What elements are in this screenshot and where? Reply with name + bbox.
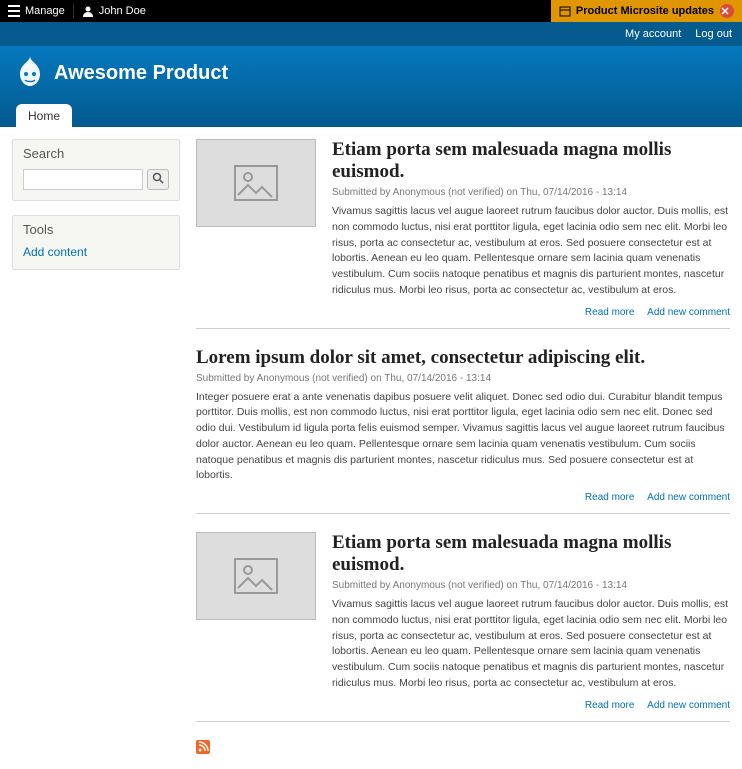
search-input[interactable]	[23, 169, 143, 190]
article-links: Read more Add new comment	[196, 492, 730, 503]
article-thumbnail[interactable]	[196, 532, 316, 620]
article: Etiam porta sem malesuada magna mollis e…	[196, 139, 730, 329]
image-placeholder-icon	[234, 558, 278, 594]
user-icon	[82, 5, 94, 17]
article-links: Read more Add new comment	[196, 700, 730, 711]
admin-toolbar: Manage John Doe Product Microsite update…	[0, 0, 742, 22]
tab-home[interactable]: Home	[16, 104, 72, 128]
logout-link[interactable]: Log out	[695, 28, 732, 40]
block-search-title: Search	[13, 140, 179, 165]
drupal-icon	[16, 56, 44, 91]
article-teaser: Vivamus sagittis lacus vel augue laoreet…	[332, 597, 730, 692]
main-content: Etiam porta sem malesuada magna mollis e…	[196, 139, 730, 757]
read-more-link[interactable]: Read more	[585, 700, 634, 711]
article-title[interactable]: Etiam porta sem malesuada magna mollis e…	[332, 139, 730, 183]
toolbar-manage-label: Manage	[25, 5, 65, 17]
primary-tabs: Home	[16, 103, 726, 127]
article-thumbnail[interactable]	[196, 139, 316, 227]
search-icon	[152, 172, 164, 184]
block-search: Search	[12, 139, 180, 201]
toolbar-manage[interactable]: Manage	[0, 0, 73, 22]
sidebar: Search Tools Add content	[12, 139, 180, 757]
article: Lorem ipsum dolor sit amet, consectetur …	[196, 347, 730, 515]
article-links: Read more Add new comment	[196, 307, 730, 318]
package-icon	[559, 5, 571, 17]
add-comment-link[interactable]: Add new comment	[647, 307, 730, 318]
site-header: Awesome Product Home	[0, 46, 742, 127]
toolbar-user[interactable]: John Doe	[74, 0, 154, 22]
toolbar-updates-label: Product Microsite updates	[576, 5, 714, 17]
add-comment-link[interactable]: Add new comment	[647, 492, 730, 503]
block-tools: Tools Add content	[12, 215, 180, 270]
article-teaser: Integer posuere erat a ante venenatis da…	[196, 390, 730, 485]
block-tools-title: Tools	[13, 216, 179, 241]
add-content-link[interactable]: Add content	[23, 245, 87, 259]
feed-icon[interactable]	[196, 740, 730, 757]
read-more-link[interactable]: Read more	[585, 307, 634, 318]
article-title[interactable]: Etiam porta sem malesuada magna mollis e…	[332, 532, 730, 576]
toolbar-updates[interactable]: Product Microsite updates	[551, 0, 742, 22]
article-submitted: Submitted by Anonymous (not verified) on…	[196, 373, 730, 384]
my-account-link[interactable]: My account	[625, 28, 681, 40]
toolbar-user-label: John Doe	[99, 5, 146, 17]
hamburger-icon	[8, 5, 20, 17]
rss-icon	[196, 740, 210, 754]
page-body: Search Tools Add content	[0, 127, 742, 769]
site-brand: Awesome Product	[16, 56, 726, 91]
close-icon[interactable]	[720, 4, 734, 18]
image-placeholder-icon	[234, 165, 278, 201]
search-button[interactable]	[147, 169, 169, 190]
article-teaser: Vivamus sagittis lacus vel augue laoreet…	[332, 204, 730, 299]
user-links-bar: My account Log out	[0, 22, 742, 46]
site-name[interactable]: Awesome Product	[54, 62, 228, 85]
article-title[interactable]: Lorem ipsum dolor sit amet, consectetur …	[196, 347, 730, 369]
article-submitted: Submitted by Anonymous (not verified) on…	[332, 187, 730, 198]
add-comment-link[interactable]: Add new comment	[647, 700, 730, 711]
read-more-link[interactable]: Read more	[585, 492, 634, 503]
article: Etiam porta sem malesuada magna mollis e…	[196, 532, 730, 722]
